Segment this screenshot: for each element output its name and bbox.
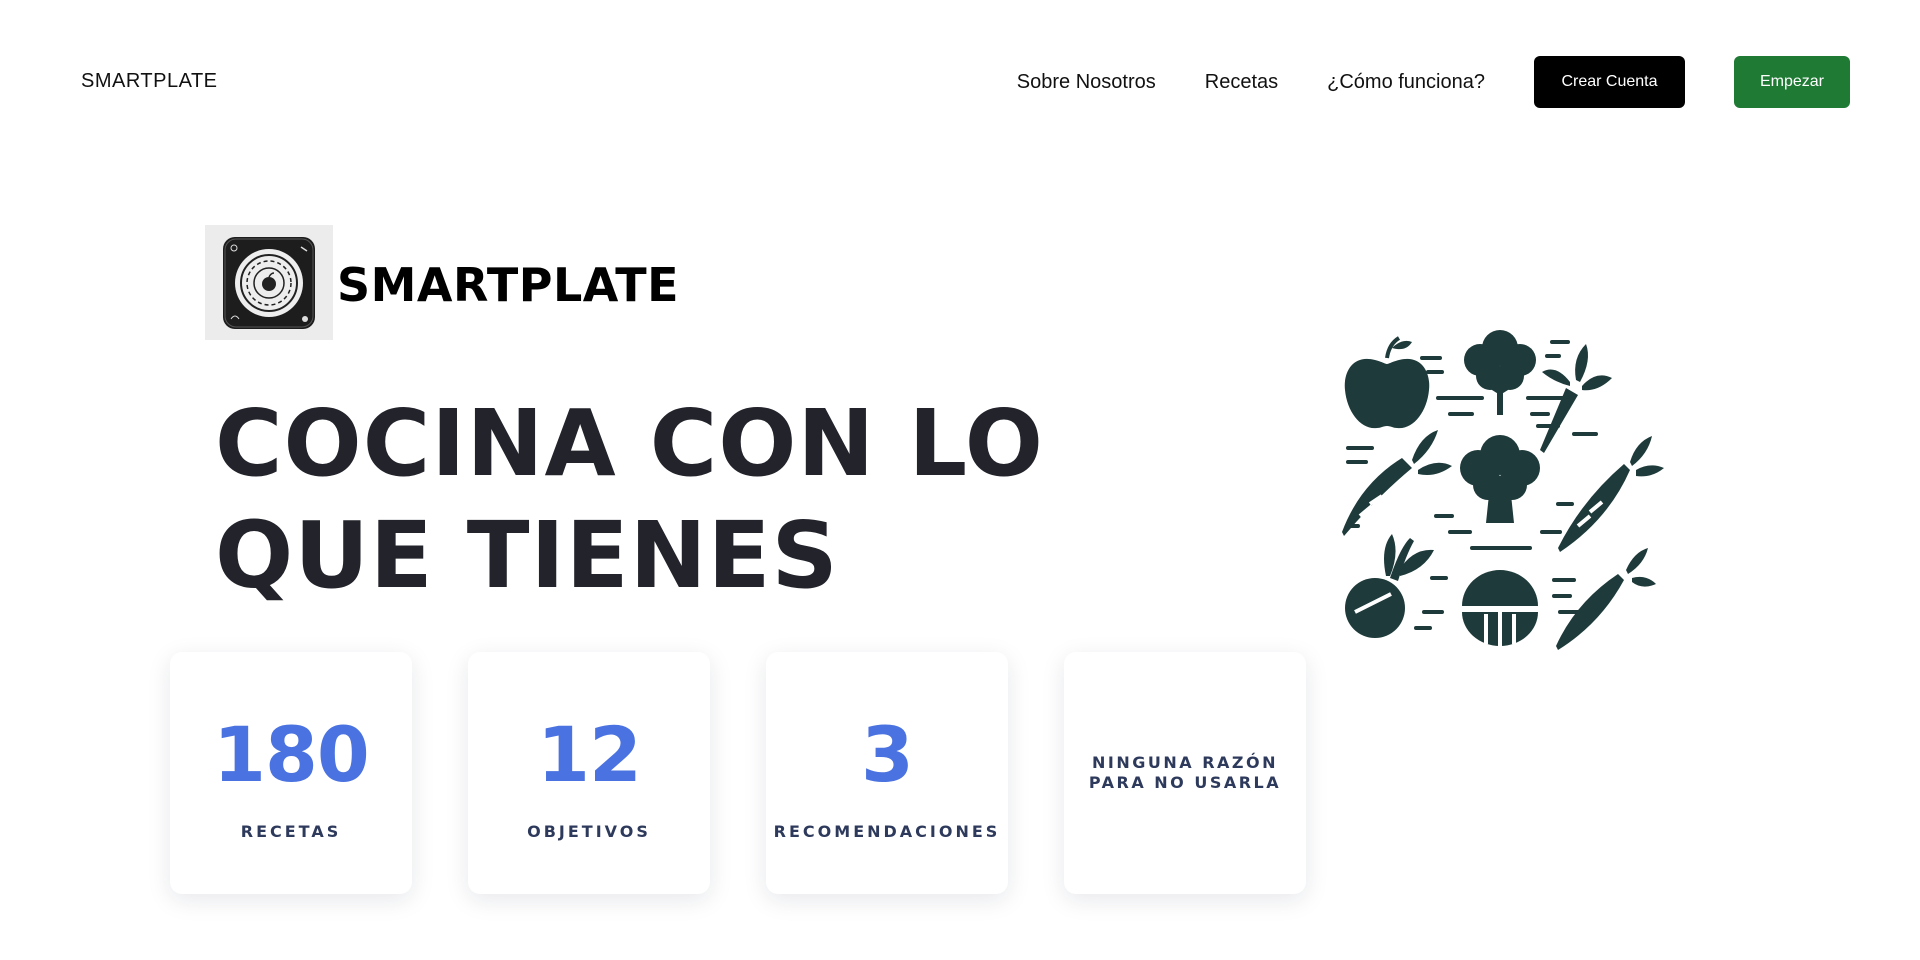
stat-card-ninguna-razon: NINGUNA RAZÓN PARA NO USARLA [1064, 652, 1306, 894]
carrot-icon [1342, 430, 1452, 536]
hero-headline: COCINA CON LO QUE TIENES [215, 388, 1044, 612]
nav-recetas[interactable]: Recetas [1205, 71, 1278, 94]
stat-text-line-1: NINGUNA RAZÓN [1092, 753, 1278, 772]
broccoli-icon [1460, 435, 1540, 523]
stat-label: OBJETIVOS [527, 822, 651, 841]
header-brand[interactable]: SMARTPLATE [81, 70, 218, 93]
carrot-icon [1556, 548, 1656, 650]
stats-row: 180 RECETAS 12 OBJETIVOS 3 RECOMENDACION… [170, 652, 1362, 894]
beet-icon [1345, 534, 1434, 638]
apple-icon [1344, 336, 1430, 429]
headline-line-2: QUE TIENES [215, 502, 839, 609]
stat-text: NINGUNA RAZÓN PARA NO USARLA [1074, 753, 1296, 793]
stat-number: 180 [213, 710, 370, 799]
stat-card-recomendaciones: 3 RECOMENDACIONES [766, 652, 1008, 894]
stat-text-line-2: PARA NO USARLA [1088, 773, 1282, 792]
hero-brand: SMARTPLATE [337, 258, 680, 312]
stat-card-recetas: 180 RECETAS [170, 652, 412, 894]
carrot-icon [1558, 436, 1664, 552]
stat-number: 3 [861, 710, 914, 799]
main-nav: Sobre Nosotros Recetas ¿Cómo funciona? C… [1017, 56, 1850, 108]
start-button[interactable]: Empezar [1734, 56, 1850, 108]
nav-sobre-nosotros[interactable]: Sobre Nosotros [1017, 71, 1156, 94]
plate-logo-icon [205, 225, 333, 340]
stat-label: RECETAS [240, 822, 342, 841]
stat-number: 12 [537, 710, 642, 799]
stat-label: RECOMENDACIONES [773, 822, 1001, 841]
headline-line-1: COCINA CON LO [215, 390, 1045, 497]
broccoli-top-icon [1464, 330, 1536, 415]
stat-card-objetivos: 12 OBJETIVOS [468, 652, 710, 894]
vegetables-illustration [1340, 320, 1670, 650]
create-account-button[interactable]: Crear Cuenta [1534, 56, 1685, 108]
nav-como-funciona[interactable]: ¿Cómo funciona? [1327, 71, 1485, 94]
